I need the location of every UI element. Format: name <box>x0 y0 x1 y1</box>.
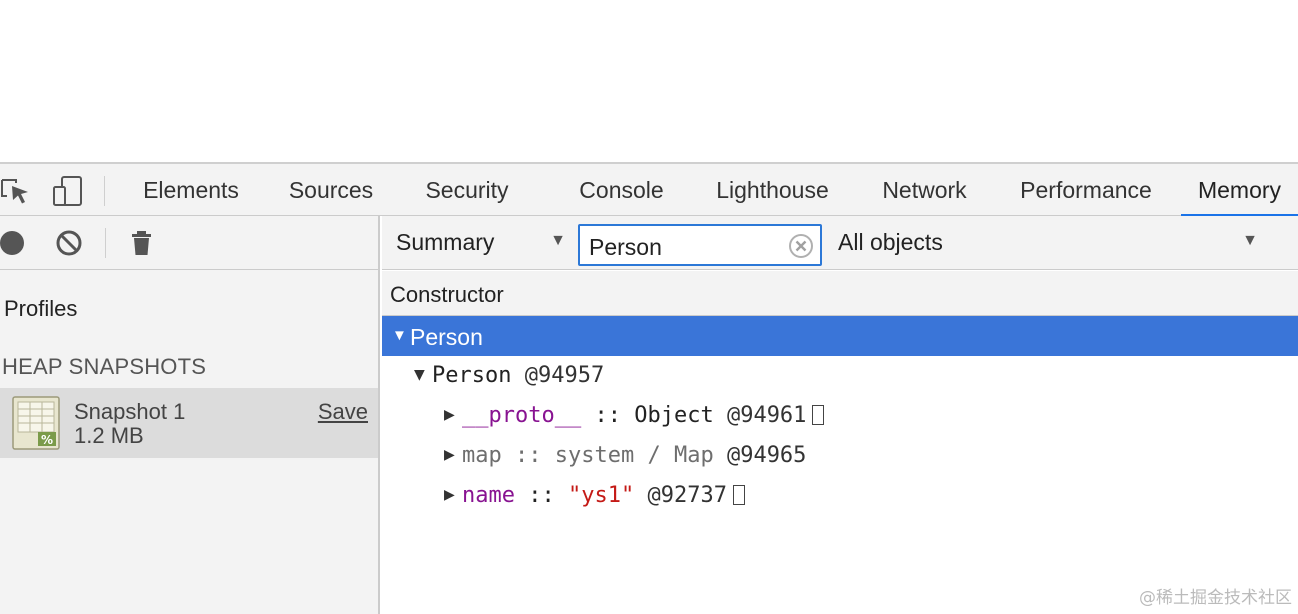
snapshot-toolbar: Summary ▼ Person All objects ▼ <box>382 216 1298 270</box>
chevron-down-icon: ▼ <box>1242 232 1258 249</box>
property-name: __proto__ <box>462 403 582 428</box>
collapsed-triangle-icon[interactable]: ▶ <box>444 487 455 503</box>
expanded-triangle-icon[interactable]: ▼ <box>392 327 407 344</box>
clear-filter-icon[interactable] <box>788 233 814 259</box>
store-as-global-icon[interactable] <box>812 405 825 425</box>
property-id: @94965 <box>726 443 807 468</box>
snapshot-name: Snapshot 1 <box>74 399 186 424</box>
snapshot-size: 1.2 MB <box>74 423 144 448</box>
property-value: "ys1" <box>567 483 635 508</box>
instance-id: @94957 <box>524 363 605 388</box>
tab-memory[interactable]: Memory <box>1181 164 1298 217</box>
devtools-tab-bar: Elements Sources Security Console Lighth… <box>0 162 1298 217</box>
inspect-element-icon[interactable] <box>0 174 34 208</box>
tab-performance[interactable]: Performance <box>1017 164 1155 216</box>
perspective-select-value: Summary <box>396 229 495 255</box>
constructor-name: Person <box>410 324 483 350</box>
toolbar-divider <box>105 228 106 258</box>
objects-filter-select[interactable]: All objects ▼ <box>838 226 1258 260</box>
constructor-column-header[interactable]: Constructor <box>382 271 1298 316</box>
toolbar-divider <box>104 176 105 206</box>
snapshot-view: Summary ▼ Person All objects ▼ Construct… <box>382 216 1298 614</box>
device-toolbar-icon[interactable] <box>50 174 84 208</box>
objects-filter-value: All objects <box>838 229 943 255</box>
property-type: system / Map <box>554 443 714 468</box>
tab-security[interactable]: Security <box>423 164 511 216</box>
page-blank-area <box>0 0 1298 162</box>
class-filter-value: Person <box>589 234 662 260</box>
expanded-triangle-icon[interactable]: ▼ <box>414 367 425 383</box>
class-filter-input[interactable]: Person <box>578 224 822 266</box>
tree-row-instance[interactable]: ▼ Person @94957 <box>382 356 1298 396</box>
clear-profiles-icon[interactable] <box>55 229 83 257</box>
profiles-sidebar: Profiles HEAP SNAPSHOTS % Snapshot 1 1.2… <box>0 216 380 614</box>
chevron-down-icon: ▼ <box>550 232 566 249</box>
perspective-select[interactable]: Summary ▼ <box>396 226 566 260</box>
heap-snapshot-icon: % <box>12 396 60 450</box>
instance-name: Person <box>432 363 512 388</box>
property-name: map <box>462 443 502 468</box>
property-separator: :: <box>528 483 555 508</box>
watermark: @稀土掘金技术社区 <box>1139 588 1292 608</box>
tab-elements[interactable]: Elements <box>142 164 240 216</box>
table-row-selected[interactable]: ▼ Person <box>382 316 1298 356</box>
column-header-label: Constructor <box>390 282 504 307</box>
collect-garbage-icon[interactable] <box>128 229 156 257</box>
store-as-global-icon[interactable] <box>732 485 745 505</box>
tab-lighthouse[interactable]: Lighthouse <box>713 164 832 216</box>
record-icon[interactable] <box>0 229 28 257</box>
property-name: name <box>462 483 515 508</box>
property-separator: :: <box>515 443 542 468</box>
tab-console[interactable]: Console <box>577 164 666 216</box>
profiles-toolbar <box>0 216 378 270</box>
tab-sources[interactable]: Sources <box>287 164 375 216</box>
tree-row-name[interactable]: ▶ name :: "ys1" @92737 <box>382 476 1298 516</box>
collapsed-triangle-icon[interactable]: ▶ <box>444 407 455 423</box>
property-id: @94961 <box>726 403 807 428</box>
tree-row-map[interactable]: ▶ map :: system / Map @94965 <box>382 436 1298 476</box>
snapshot-item[interactable]: % Snapshot 1 1.2 MB Save <box>0 388 378 458</box>
tree-row-proto[interactable]: ▶ __proto__ :: Object @94961 <box>382 396 1298 436</box>
collapsed-triangle-icon[interactable]: ▶ <box>444 447 455 463</box>
svg-text:%: % <box>41 433 53 447</box>
property-type: Object <box>634 403 714 428</box>
property-id: @92737 <box>647 483 727 508</box>
tab-network[interactable]: Network <box>879 164 970 216</box>
save-snapshot-link[interactable]: Save <box>318 399 368 425</box>
heap-snapshots-title: HEAP SNAPSHOTS <box>2 354 207 379</box>
property-separator: :: <box>594 403 621 428</box>
profiles-label: Profiles <box>4 296 78 321</box>
